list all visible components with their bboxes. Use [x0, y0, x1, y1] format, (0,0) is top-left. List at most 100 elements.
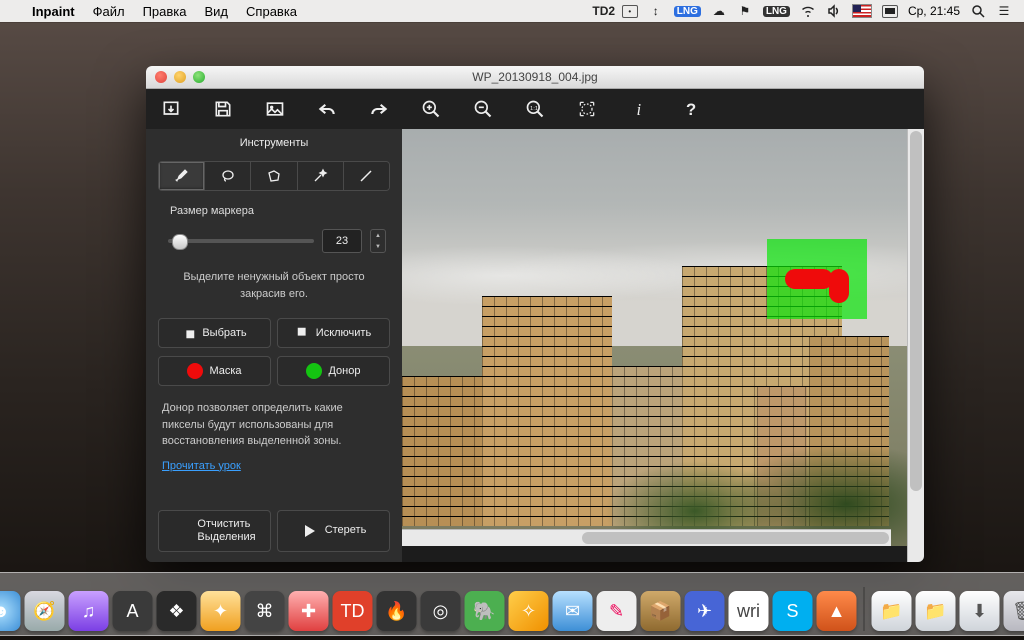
menubar-app-name[interactable]: Inpaint — [32, 4, 75, 19]
menu-edit[interactable]: Правка — [143, 4, 187, 19]
svg-text:1:1: 1:1 — [530, 106, 538, 112]
dock-app3-icon[interactable]: ✚ — [289, 591, 329, 631]
dock-app5-icon[interactable]: ◎ — [421, 591, 461, 631]
save-button[interactable] — [212, 98, 234, 120]
help-button[interactable]: ? — [680, 98, 702, 120]
undo-button[interactable] — [316, 98, 338, 120]
dock-todoist-icon[interactable]: TD — [333, 591, 373, 631]
mask-stroke-overlay[interactable] — [785, 263, 849, 299]
dock-folder1-icon[interactable]: 📁 — [872, 591, 912, 631]
hint-text: Выделите ненужный объект просто закрасив… — [158, 263, 390, 310]
dock-app6-icon[interactable]: ✧ — [509, 591, 549, 631]
close-icon — [173, 523, 189, 539]
dock-app8-icon[interactable]: ✈ — [685, 591, 725, 631]
zoom-in-button[interactable] — [420, 98, 442, 120]
statusbar-cloud-icon[interactable]: ☁ — [711, 3, 727, 19]
dock-app4-icon[interactable]: 🔥 — [377, 591, 417, 631]
window-minimize-icon[interactable] — [174, 71, 186, 83]
dock-safari-icon[interactable]: 🧭 — [25, 591, 65, 631]
statusbar-lng-icon[interactable]: LNG — [674, 6, 701, 17]
info-button[interactable]: i — [628, 98, 650, 120]
statusbar-display-icon[interactable]: • — [622, 3, 638, 19]
vertical-scrollbar[interactable] — [907, 129, 924, 562]
select-icon — [182, 326, 196, 340]
marker-size-input[interactable] — [322, 229, 362, 253]
canvas-area — [402, 129, 924, 562]
statusbar-spotlight-icon[interactable] — [970, 3, 986, 19]
dock-terminal-icon[interactable]: ❖ — [157, 591, 197, 631]
donor-color-label: Донор — [328, 365, 360, 377]
statusbar-volume-icon[interactable] — [826, 3, 842, 19]
svg-text:?: ? — [686, 100, 696, 119]
tools-sidebar: Инструменты Размер маркера ▲▼ Выделите н… — [146, 129, 402, 562]
statusbar-flag-icon[interactable]: ⚑ — [737, 3, 753, 19]
dock-trash-icon[interactable]: 🗑 — [1004, 591, 1024, 631]
exclude-mode-button[interactable]: Исключить — [277, 318, 390, 348]
tool-selector — [158, 161, 390, 191]
zoom-out-button[interactable] — [472, 98, 494, 120]
exclude-mode-label: Исключить — [316, 327, 371, 339]
statusbar-input-flag-icon[interactable] — [852, 4, 872, 18]
read-lesson-link[interactable]: Прочитать урок — [158, 460, 390, 472]
dock-app7-icon[interactable]: 📦 — [641, 591, 681, 631]
open-button[interactable] — [160, 98, 182, 120]
dock-folder2-icon[interactable]: 📁 — [916, 591, 956, 631]
clear-selection-label: ОтчиститьВыделения — [197, 518, 255, 544]
marker-size-label: Размер маркера — [170, 205, 390, 217]
statusbar-datetime[interactable]: Ср, 21:45 — [908, 4, 960, 18]
marker-size-slider[interactable] — [168, 239, 314, 243]
statusbar-sync-icon[interactable]: ↕ — [648, 3, 664, 19]
dock-vlc-icon[interactable]: ▲ — [817, 591, 857, 631]
window-close-icon[interactable] — [155, 71, 167, 83]
dock-writer-icon[interactable]: wri — [729, 591, 769, 631]
marker-size-stepper[interactable]: ▲▼ — [370, 229, 386, 253]
dock-appstore-icon[interactable]: A — [113, 591, 153, 631]
statusbar-notifications-icon[interactable]: ☰ — [996, 3, 1012, 19]
donor-description: Донор позволяет определить какие пикселы… — [158, 394, 390, 452]
mask-color-button[interactable]: Маска — [158, 356, 271, 386]
marker-tool-button[interactable] — [159, 162, 205, 190]
statusbar-wifi-icon[interactable] — [800, 3, 816, 19]
select-mode-label: Выбрать — [202, 327, 246, 339]
dock-evernote-icon[interactable]: 🐘 — [465, 591, 505, 631]
lasso-tool-button[interactable] — [205, 162, 251, 190]
window-zoom-icon[interactable] — [193, 71, 205, 83]
magic-wand-tool-button[interactable] — [298, 162, 344, 190]
menu-help[interactable]: Справка — [246, 4, 297, 19]
photo-content — [402, 129, 907, 546]
dock-skype-icon[interactable]: S — [773, 591, 813, 631]
play-icon — [301, 523, 317, 539]
dock-finder-icon[interactable]: ☻ — [0, 591, 21, 631]
redo-button[interactable] — [368, 98, 390, 120]
window-filename: WP_20130918_004.jpg — [146, 70, 924, 84]
dock-itunes-icon[interactable]: ♫ — [69, 591, 109, 631]
zoom-actual-button[interactable]: 1:1 — [524, 98, 546, 120]
dock-app1-icon[interactable]: ✦ — [201, 591, 241, 631]
erase-label: Стереть — [325, 524, 367, 537]
mac-menubar: Inpaint Файл Правка Вид Справка TD2 • ↕ … — [0, 0, 1024, 22]
erase-button[interactable]: Стереть — [277, 510, 390, 552]
donor-color-button[interactable]: Донор — [277, 356, 390, 386]
image-canvas[interactable] — [402, 129, 907, 546]
dock-app2-icon[interactable]: ⌘ — [245, 591, 285, 631]
statusbar-lng2-icon[interactable]: LNG — [763, 6, 790, 17]
menu-view[interactable]: Вид — [205, 4, 229, 19]
image-button[interactable] — [264, 98, 286, 120]
dock-inpaint-icon[interactable]: ✎ — [597, 591, 637, 631]
mask-color-label: Маска — [209, 365, 241, 377]
exclude-icon — [296, 326, 310, 340]
clear-selection-button[interactable]: ОтчиститьВыделения — [158, 510, 271, 552]
dock-separator — [864, 587, 865, 631]
menu-file[interactable]: Файл — [93, 4, 125, 19]
mask-color-swatch — [187, 363, 203, 379]
statusbar-battery-icon[interactable] — [882, 3, 898, 19]
window-titlebar[interactable]: WP_20130918_004.jpg — [146, 66, 924, 89]
polygon-tool-button[interactable] — [251, 162, 297, 190]
zoom-fit-button[interactable] — [576, 98, 598, 120]
select-mode-button[interactable]: Выбрать — [158, 318, 271, 348]
dock-mail-icon[interactable]: ✉ — [553, 591, 593, 631]
horizontal-scrollbar[interactable] — [402, 529, 891, 546]
statusbar-td-icon[interactable]: TD2 — [596, 3, 612, 19]
line-tool-button[interactable] — [344, 162, 389, 190]
dock-downloads-icon[interactable]: ⬇ — [960, 591, 1000, 631]
